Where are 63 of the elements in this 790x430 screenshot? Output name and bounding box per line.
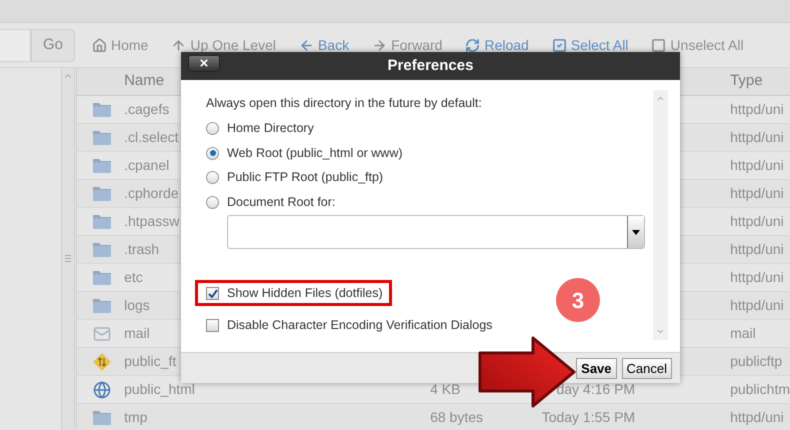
checkbox[interactable] bbox=[206, 286, 219, 300]
file-modified: day 4:16 PM bbox=[556, 380, 636, 399]
file-type: publichtm bbox=[730, 380, 790, 399]
go-button[interactable]: Go bbox=[31, 28, 75, 62]
file-size: 4 KB bbox=[430, 381, 460, 397]
radio-option[interactable]: Public FTP Root (public_ftp) bbox=[206, 170, 653, 186]
folder-icon bbox=[92, 410, 111, 425]
radio-button[interactable] bbox=[206, 146, 219, 160]
radio-button[interactable] bbox=[206, 196, 219, 209]
radio-option[interactable]: Web Root (public_html or www) bbox=[206, 145, 653, 162]
folder-icon bbox=[92, 298, 111, 313]
file-modified: Today 1:55 PM bbox=[542, 408, 636, 427]
dialog-title: Preferences bbox=[388, 56, 474, 76]
file-type: httpd/uni bbox=[730, 268, 785, 287]
folder-icon bbox=[92, 158, 111, 173]
file-size: 68 bytes bbox=[430, 409, 484, 425]
empty-box-icon bbox=[651, 38, 666, 52]
home-icon bbox=[92, 38, 107, 52]
file-type: httpd/uni bbox=[730, 100, 785, 119]
folder-icon bbox=[92, 270, 111, 285]
grip-icon[interactable] bbox=[64, 255, 71, 262]
file-type: httpd/uni bbox=[730, 128, 785, 147]
file-type: httpd/uni bbox=[730, 184, 785, 203]
reload-icon bbox=[465, 38, 480, 52]
globe-icon bbox=[92, 380, 111, 398]
file-type: httpd/uni bbox=[730, 156, 785, 175]
scroll-up-icon[interactable] bbox=[656, 94, 665, 103]
cancel-button[interactable]: Cancel bbox=[622, 358, 672, 378]
folder-icon bbox=[92, 102, 111, 117]
prompt-text: Always open this directory in the future by default: bbox=[206, 95, 483, 112]
column-header[interactable]: Type bbox=[730, 70, 790, 93]
path-field[interactable] bbox=[0, 28, 31, 62]
folder-icon bbox=[92, 214, 111, 229]
file-type: httpd/uni bbox=[730, 240, 785, 259]
file-type: httpd/uni bbox=[730, 296, 785, 315]
folder-icon bbox=[92, 130, 111, 145]
radio-option[interactable]: Home Directory bbox=[206, 120, 653, 137]
right-arrow-icon bbox=[372, 38, 388, 52]
checkbox-option[interactable]: Disable Character Encoding Verification Dialogs bbox=[195, 312, 502, 338]
save-button[interactable]: Save bbox=[576, 358, 617, 378]
file-type: httpd/uni bbox=[730, 408, 785, 427]
checkbox-option[interactable]: Show Hidden Files (dotfiles) bbox=[195, 280, 392, 306]
file-name[interactable]: tmp bbox=[124, 407, 430, 428]
file-type: httpd/uni bbox=[730, 212, 785, 231]
diamond-arrows-icon bbox=[92, 352, 111, 370]
scroll-down-icon[interactable] bbox=[656, 327, 665, 336]
close-button[interactable]: × bbox=[188, 55, 220, 72]
folder-icon bbox=[92, 242, 111, 257]
checkbox[interactable] bbox=[206, 318, 219, 332]
radio-button[interactable] bbox=[206, 171, 219, 184]
envelope-icon bbox=[92, 324, 111, 342]
toolbar-button[interactable]: Back bbox=[298, 34, 350, 56]
toolbar-button[interactable]: Select All bbox=[552, 34, 628, 56]
toolbar-button[interactable]: Reload bbox=[465, 34, 529, 56]
file-name[interactable]: public_html bbox=[124, 379, 430, 400]
folder-icon bbox=[92, 186, 111, 201]
scrollbar[interactable] bbox=[60, 68, 76, 430]
file-type: mail bbox=[730, 324, 757, 343]
radio-button[interactable] bbox=[206, 122, 219, 136]
checked-box-icon bbox=[552, 38, 567, 52]
radio-option[interactable]: Document Root for: bbox=[206, 194, 653, 210]
file-type: publicftp bbox=[730, 352, 784, 371]
dialog-scrollbar[interactable] bbox=[653, 90, 668, 340]
